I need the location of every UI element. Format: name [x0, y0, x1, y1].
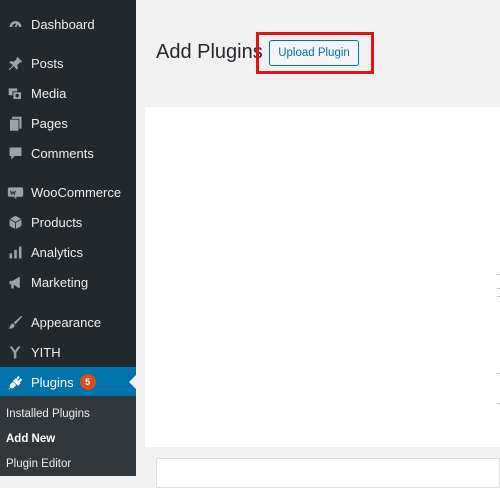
upload-panel — [145, 107, 500, 447]
upload-plugin-button[interactable]: Upload Plugin — [269, 40, 359, 66]
sidebar-item-label: Pages — [31, 115, 68, 131]
sidebar-item-marketing[interactable]: Marketing — [0, 267, 136, 297]
pin-icon — [5, 53, 25, 73]
sidebar-item-media[interactable]: Media — [0, 78, 136, 108]
update-count-badge: 5 — [79, 374, 96, 390]
sidebar-item-label: Plugins — [31, 374, 74, 390]
submenu-item-installed-plugins[interactable]: Installed Plugins — [6, 408, 90, 420]
submenu-item-add-new[interactable]: Add New — [6, 433, 55, 445]
sidebar-item-label: Analytics — [31, 244, 84, 260]
media-icon — [5, 83, 25, 103]
bar-chart-icon — [5, 242, 25, 262]
yith-icon — [5, 342, 25, 362]
comment-icon — [5, 143, 25, 163]
sidebar-item-products[interactable]: Products — [0, 207, 136, 237]
sidebar-item-yith[interactable]: YITH — [0, 337, 136, 367]
page-title: Add Plugins — [156, 41, 263, 63]
sidebar-item-label: Appearance — [31, 314, 102, 330]
plug-icon — [5, 372, 25, 392]
plugin-card — [156, 458, 500, 488]
sidebar-item-woocommerce[interactable]: WooCommerce — [0, 177, 136, 207]
sidebar-item-label: WooCommerce — [31, 184, 122, 200]
sidebar-item-dashboard[interactable]: Dashboard — [0, 9, 136, 39]
megaphone-icon — [5, 272, 25, 292]
sidebar-item-label: Products — [31, 214, 83, 230]
sidebar-item-analytics[interactable]: Analytics — [0, 237, 136, 267]
plugins-submenu: Installed Plugins Add New Plugin Editor — [0, 396, 136, 476]
sidebar-item-pages[interactable]: Pages — [0, 108, 136, 138]
admin-sidebar: Dashboard Posts Media Pages Comments Woo… — [0, 0, 136, 476]
woocommerce-icon — [5, 182, 25, 202]
sidebar-item-label: Marketing — [31, 274, 89, 290]
sidebar-item-comments[interactable]: Comments — [0, 138, 136, 168]
sidebar-item-posts[interactable]: Posts — [0, 48, 136, 78]
submenu-item-plugin-editor[interactable]: Plugin Editor — [6, 458, 71, 470]
sidebar-item-appearance[interactable]: Appearance — [0, 307, 136, 337]
sidebar-item-label: Media — [31, 85, 67, 101]
sidebar-item-label: Comments — [31, 145, 94, 161]
sidebar-item-label: Posts — [31, 55, 64, 71]
dashboard-icon — [5, 14, 25, 34]
paintbrush-icon — [5, 312, 25, 332]
sidebar-item-plugins[interactable]: Plugins 5 — [0, 367, 136, 397]
sidebar-item-label: YITH — [31, 344, 61, 360]
sidebar-item-label: Dashboard — [31, 16, 95, 32]
box-icon — [5, 212, 25, 232]
pages-icon — [5, 113, 25, 133]
